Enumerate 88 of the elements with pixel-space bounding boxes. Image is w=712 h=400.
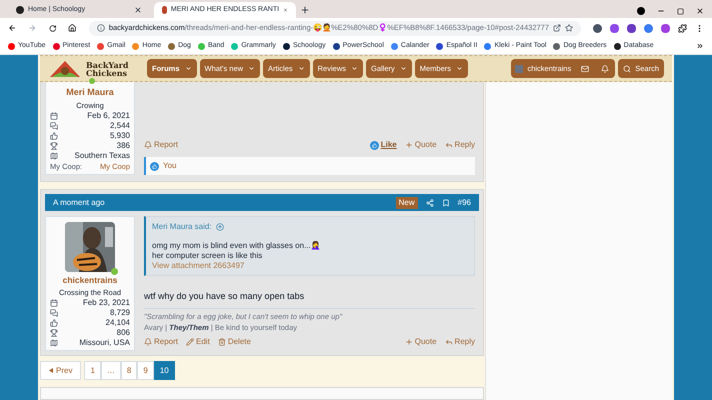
location-icon bbox=[50, 152, 58, 160]
caret-icon bbox=[350, 65, 358, 72]
logo-icon bbox=[48, 58, 82, 78]
search-icon bbox=[623, 64, 632, 72]
page-button[interactable]: 10 bbox=[154, 361, 175, 380]
quote-text: omg my mom is blind even with glasses on...🤦‍♀ bbox=[152, 241, 322, 251]
share-icon[interactable] bbox=[426, 198, 434, 206]
page-button[interactable]: 1 bbox=[84, 361, 101, 380]
caret-icon bbox=[298, 65, 305, 72]
bookmark-icon[interactable] bbox=[442, 198, 450, 206]
caret-icon bbox=[456, 65, 464, 72]
page-button[interactable]: 9 bbox=[137, 361, 154, 380]
caret-icon bbox=[184, 65, 192, 72]
caret-icon bbox=[49, 368, 53, 373]
profile-icon[interactable] bbox=[637, 7, 645, 15]
close-icon[interactable] bbox=[283, 6, 288, 14]
report-link[interactable]: Report bbox=[144, 139, 178, 151]
avatar-icon bbox=[515, 64, 524, 72]
username-link[interactable]: chickentrains bbox=[62, 274, 118, 287]
bookmark-star-icon[interactable] bbox=[565, 24, 574, 32]
info-icon[interactable] bbox=[96, 24, 105, 32]
stat-value: 8,729 bbox=[110, 307, 130, 319]
delete-icon bbox=[218, 338, 226, 346]
stat-value: 5,930 bbox=[110, 130, 130, 142]
quote-icon bbox=[404, 338, 413, 346]
stat-value: Feb 23, 2021 bbox=[82, 297, 130, 309]
joined-icon bbox=[50, 112, 58, 120]
maximize-icon[interactable] bbox=[677, 8, 684, 14]
report-link[interactable]: Report bbox=[144, 336, 178, 348]
edit-link[interactable]: Edit bbox=[186, 336, 210, 348]
joined-icon bbox=[50, 299, 58, 307]
stat-value: Feb 6, 2021 bbox=[87, 110, 130, 122]
messages-icon bbox=[50, 122, 58, 130]
delete-link[interactable]: Delete bbox=[218, 336, 251, 348]
edit-icon bbox=[186, 338, 194, 346]
stat-value: 24,104 bbox=[106, 317, 130, 329]
username-link[interactable]: Meri Maura bbox=[66, 86, 114, 100]
quote-link[interactable]: Quote bbox=[404, 336, 437, 348]
open-in-app-icon[interactable] bbox=[553, 24, 562, 32]
quote-icon bbox=[404, 141, 413, 149]
favicon-icon bbox=[162, 6, 167, 14]
reply-link[interactable]: Reply bbox=[444, 139, 475, 151]
alerts-icon[interactable] bbox=[601, 64, 610, 72]
report-icon bbox=[144, 338, 152, 346]
location-icon bbox=[50, 339, 58, 347]
caret-icon bbox=[248, 65, 256, 72]
quote-author-link[interactable]: Meri Maura said: bbox=[152, 221, 212, 233]
stat-value: 386 bbox=[116, 140, 130, 152]
quote-text: her computer screen is like this bbox=[152, 251, 264, 261]
inbox-icon[interactable] bbox=[581, 64, 590, 72]
close-icon[interactable] bbox=[696, 7, 704, 15]
more-bookmarks-icon[interactable] bbox=[696, 42, 704, 50]
post-time[interactable]: A moment ago bbox=[53, 196, 396, 208]
points-icon bbox=[50, 329, 58, 337]
like-link[interactable]: Like bbox=[370, 139, 397, 151]
page-button[interactable]: … bbox=[100, 361, 121, 380]
jump-to-quote-icon[interactable] bbox=[216, 223, 224, 231]
back-icon[interactable] bbox=[8, 23, 16, 33]
new-badge: New bbox=[396, 196, 418, 208]
reply-icon bbox=[444, 141, 453, 149]
prev-page-button[interactable]: Prev bbox=[40, 361, 82, 380]
like-icon bbox=[370, 140, 379, 150]
reply-icon bbox=[444, 338, 453, 346]
site-logo[interactable]: BackYard Chickens bbox=[86, 60, 126, 76]
messages-icon bbox=[50, 309, 58, 317]
close-icon[interactable] bbox=[134, 6, 142, 14]
report-icon bbox=[144, 141, 152, 149]
stat-value: 2,544 bbox=[110, 120, 130, 132]
attachment-link[interactable]: View attachment 2663497 bbox=[152, 261, 468, 271]
reactions-icon bbox=[50, 132, 58, 140]
points-icon bbox=[50, 142, 58, 150]
reactions-icon bbox=[50, 319, 58, 327]
reload-icon[interactable] bbox=[48, 24, 56, 32]
quote-link[interactable]: Quote bbox=[404, 139, 437, 151]
stat-value: 806 bbox=[116, 327, 130, 339]
reply-link[interactable]: Reply bbox=[444, 336, 475, 348]
post-body: wtf why do you have so many open tabs bbox=[144, 290, 306, 303]
stat-value: Southern Texas bbox=[74, 150, 130, 162]
reactions-link[interactable]: You bbox=[163, 160, 176, 172]
extensions-icon[interactable] bbox=[678, 24, 688, 32]
new-tab-icon[interactable] bbox=[300, 5, 310, 15]
favicon-icon bbox=[16, 6, 24, 14]
post-number[interactable]: #96 bbox=[458, 196, 471, 208]
like-icon bbox=[150, 162, 159, 170]
page-button[interactable]: 8 bbox=[120, 361, 138, 380]
home-icon[interactable] bbox=[68, 23, 77, 33]
stat-value: Missouri, USA bbox=[79, 337, 130, 349]
caret-icon bbox=[400, 65, 407, 72]
